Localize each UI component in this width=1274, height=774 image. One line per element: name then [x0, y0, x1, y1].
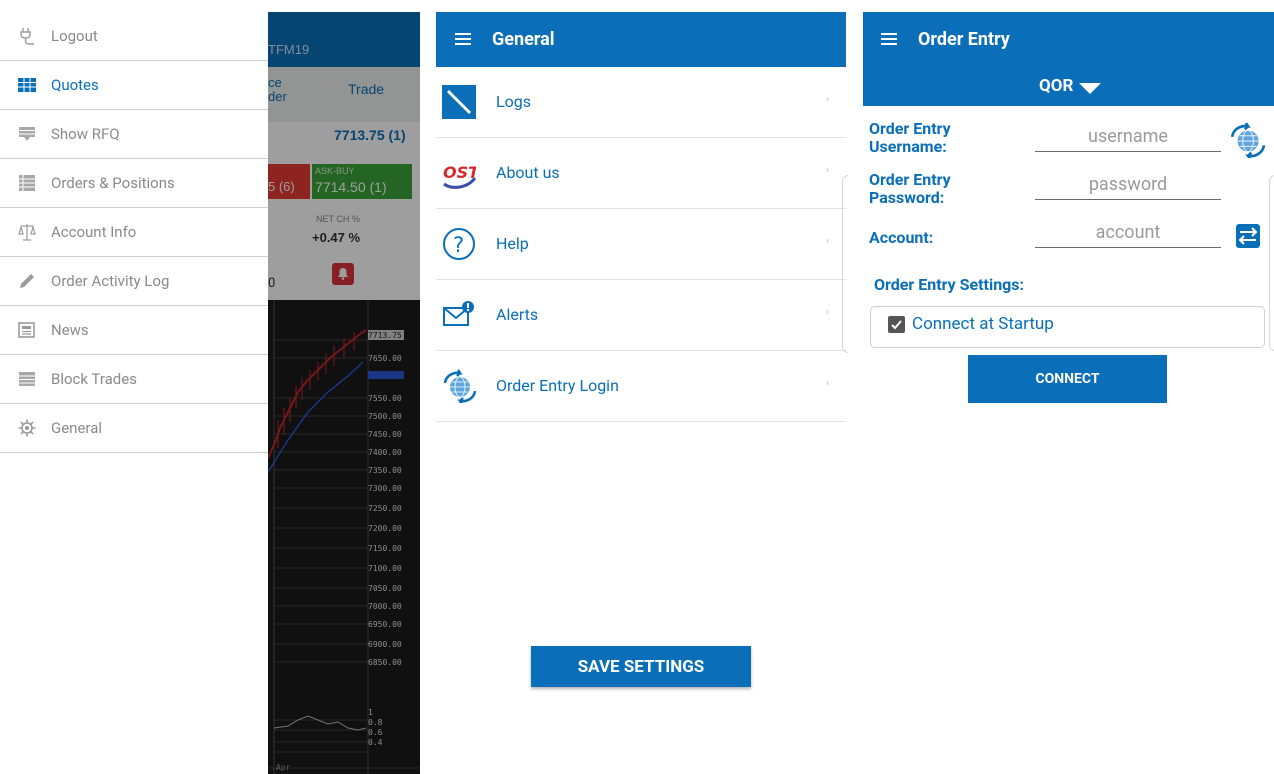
app-bar: Order Entry QOR	[863, 12, 1274, 106]
drawer-item-label: Order Activity Log	[51, 272, 170, 290]
adjacent-panel-edge	[1269, 175, 1274, 351]
drawer-item-account-info[interactable]: Account Info	[0, 208, 268, 257]
globe-arrows-icon[interactable]	[1229, 122, 1265, 158]
page-title: Order Entry	[918, 29, 1010, 50]
plug-icon	[20, 28, 34, 45]
svg-text:?: ?	[453, 233, 464, 257]
chevron-right-icon: ›	[826, 307, 830, 318]
scales-icon	[18, 224, 36, 241]
nav-drawer: Logout Quotes Show RFQ Orders & Position…	[0, 0, 268, 774]
account-field[interactable]	[1035, 218, 1221, 248]
password-label-line2: Password:	[869, 188, 945, 207]
settings-row-order-entry-login[interactable]: Order Entry Login ›	[436, 351, 846, 422]
page-title: General	[492, 29, 555, 50]
settings-row-alerts[interactable]: Alerts ›	[436, 280, 846, 351]
orders-icon	[19, 175, 35, 191]
settings-row-about-us[interactable]: OST About us ›	[436, 138, 846, 209]
drawer-item-logout[interactable]: Logout	[0, 12, 268, 61]
connect-at-startup-checkbox[interactable]	[888, 316, 905, 333]
drawer-item-show-rfq[interactable]: Show RFQ	[0, 110, 268, 159]
drawer-item-label: Account Info	[51, 223, 137, 241]
row-label: Order Entry Login	[496, 376, 619, 395]
connect-button[interactable]: CONNECT	[968, 355, 1167, 403]
drawer-item-label: General	[51, 419, 103, 437]
alert-mail-icon	[443, 301, 474, 326]
block-icon	[19, 372, 35, 386]
password-field[interactable]	[1035, 170, 1221, 200]
drawer-item-block-trades[interactable]: Block Trades	[0, 355, 268, 404]
row-label: About us	[496, 163, 560, 182]
hamburger-menu-icon[interactable]	[881, 33, 897, 45]
rfq-icon	[19, 127, 35, 141]
ost-logo-icon: OST	[443, 163, 476, 189]
connect-at-startup-label: Connect at Startup	[912, 314, 1054, 334]
drawer-item-orders-positions[interactable]: Orders & Positions	[0, 159, 268, 208]
username-label-line1: Order Entry	[869, 119, 951, 138]
checkmark-icon	[891, 320, 902, 330]
username-label: Order Entry Username:	[869, 120, 951, 156]
chevron-right-icon: ›	[826, 94, 830, 105]
password-label-line1: Order Entry	[869, 170, 951, 189]
username-label-line2: Username:	[869, 137, 947, 156]
swap-account-icon[interactable]	[1236, 224, 1260, 248]
help-icon: ?	[443, 228, 475, 260]
chevron-right-icon: ›	[826, 378, 830, 389]
row-label: Logs	[496, 92, 531, 111]
globe-arrows-icon	[443, 369, 476, 403]
drawer-item-label: Logout	[51, 27, 98, 45]
connect-at-startup-option[interactable]: Connect at Startup	[870, 306, 1265, 348]
logs-icon	[442, 85, 476, 119]
exchange-selector[interactable]: QOR	[1039, 76, 1073, 96]
general-screen: General Logs › OST About us › ? Help › A…	[436, 12, 848, 774]
settings-row-logs[interactable]: Logs ›	[436, 67, 846, 138]
chevron-right-icon: ›	[826, 165, 830, 176]
hamburger-menu-icon[interactable]	[455, 33, 471, 45]
save-settings-button[interactable]: SAVE SETTINGS	[531, 646, 751, 687]
pencil-icon	[20, 274, 34, 288]
gear-icon	[18, 419, 36, 437]
svg-text:OST: OST	[443, 163, 476, 182]
order-entry-settings-heading: Order Entry Settings:	[874, 275, 1025, 294]
drawer-item-label: Block Trades	[51, 370, 137, 388]
row-label: Help	[496, 234, 529, 253]
adjacent-panel-edge	[842, 175, 848, 353]
drawer-scrim[interactable]	[268, 12, 420, 774]
drawer-item-general[interactable]: General	[0, 404, 268, 453]
order-entry-screen: Order Entry QOR Order Entry Username: Or…	[863, 12, 1274, 774]
settings-row-help[interactable]: ? Help ›	[436, 209, 846, 280]
drawer-item-order-activity-log[interactable]: Order Activity Log	[0, 257, 268, 306]
newspaper-icon	[18, 322, 35, 338]
account-label: Account:	[869, 228, 934, 247]
grid-icon	[18, 78, 36, 92]
app-bar: General	[436, 12, 846, 67]
dropdown-triangle-icon[interactable]	[1079, 83, 1101, 94]
drawer-item-label: News	[51, 321, 89, 339]
drawer-item-quotes[interactable]: Quotes	[0, 61, 268, 110]
row-label: Alerts	[496, 305, 539, 324]
drawer-item-label: Show RFQ	[51, 125, 120, 143]
drawer-item-label: Orders & Positions	[51, 174, 175, 192]
drawer-item-label: Quotes	[51, 76, 99, 94]
chevron-right-icon: ›	[826, 236, 830, 247]
username-field[interactable]	[1035, 122, 1221, 152]
drawer-item-news[interactable]: News	[0, 306, 268, 355]
password-label: Order Entry Password:	[869, 171, 951, 207]
navigation-drawer-screen: TFM19 ce der Trade 7713.75 (1) 5 (6) ASK…	[0, 0, 420, 774]
